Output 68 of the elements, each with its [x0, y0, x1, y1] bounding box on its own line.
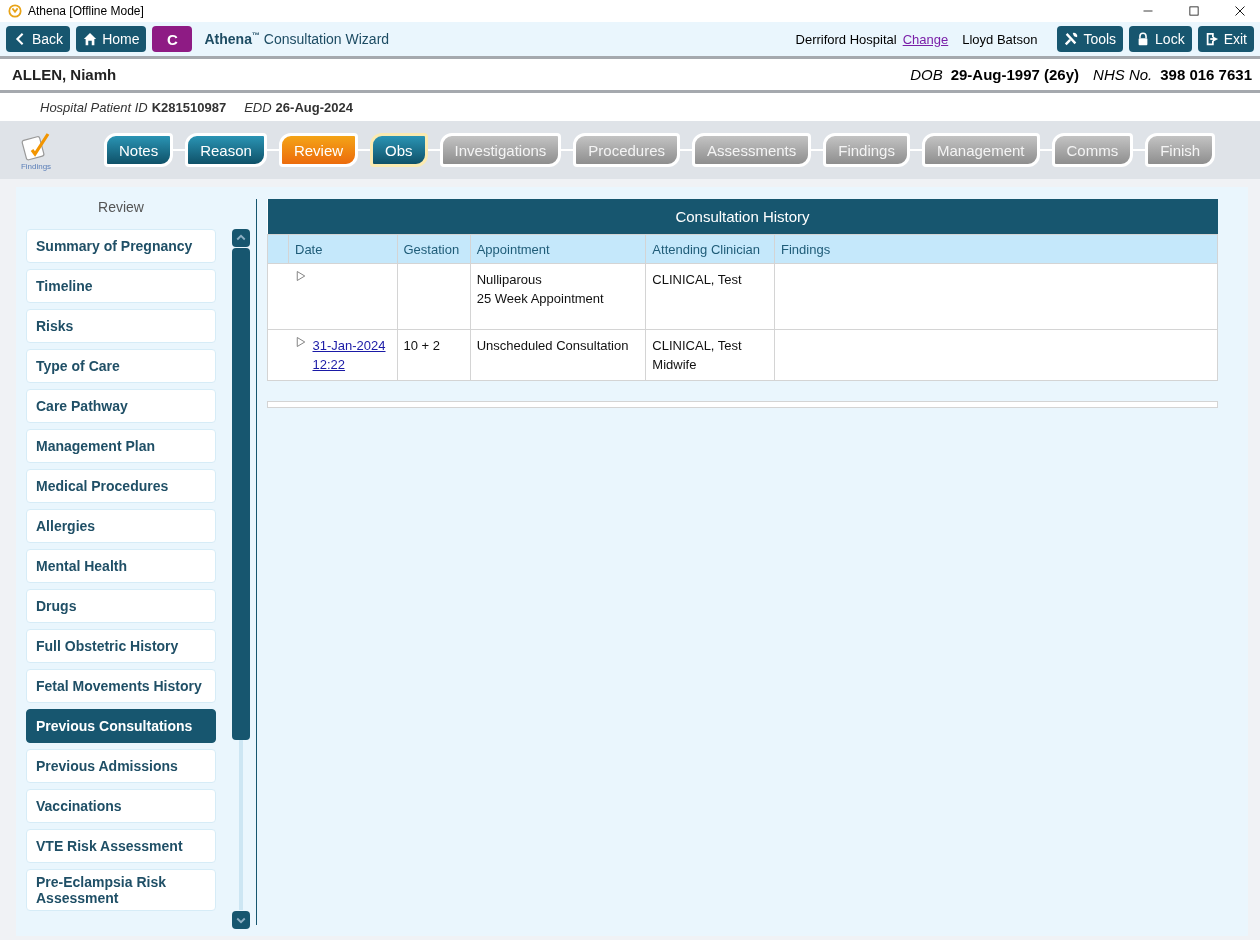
table-cell-text: 25 Week Appointment [476, 290, 605, 308]
wizard-step-tab[interactable]: Notes [104, 133, 174, 167]
sidebar-item[interactable]: Full Obstetric History [26, 629, 216, 663]
sidebar-item[interactable]: Risks [26, 309, 216, 343]
expand-triangle-icon[interactable] [294, 336, 307, 348]
scroll-up-button[interactable] [232, 229, 250, 247]
sidebar-title: Review [97, 199, 145, 215]
edd-value: 26-Aug-2024 [275, 99, 353, 115]
table-cell-text: CLINICAL, Test [652, 337, 743, 355]
column-header: Appointment [470, 234, 646, 264]
column-header: Gestation [397, 234, 471, 264]
table-cell-text: Midwife [652, 356, 698, 374]
sidebar-item[interactable]: Previous Admissions [26, 749, 216, 783]
user-name: Lloyd Batson [962, 31, 1038, 47]
nhs-label: NHS No. [1093, 66, 1153, 83]
sidebar-item[interactable]: Allergies [26, 509, 216, 543]
sidebar-item[interactable]: Pre-Eclampsia Risk Assessment [26, 869, 216, 911]
back-button[interactable]: Back [6, 26, 71, 52]
table-cell-text: CLINICAL, Test [652, 271, 743, 289]
sidebar-item[interactable]: Previous Consultations [26, 709, 216, 743]
patient-name: ALLEN, Niamh [12, 66, 117, 83]
c-button[interactable]: C [152, 26, 193, 52]
scrollbar-thumb[interactable] [232, 248, 250, 740]
app-title: Athena$^{™}$ Consultation Wizard [204, 31, 390, 47]
app-logo-icon [8, 4, 22, 18]
scroll-down-button[interactable] [232, 911, 250, 929]
horizontal-scrollbar[interactable] [267, 401, 1218, 408]
close-icon [1234, 5, 1246, 17]
exit-icon [1204, 32, 1219, 46]
patient-id-value: K281510987 [151, 99, 227, 115]
table-title: Consultation History [267, 199, 1218, 235]
window-title: Athena [Offline Mode] [28, 4, 144, 18]
wizard-step-tab[interactable]: Obs [370, 133, 428, 167]
tools-icon [1064, 32, 1079, 46]
sidebar-item[interactable]: Care Pathway [26, 389, 216, 423]
change-link[interactable]: Change [902, 31, 949, 47]
sidebar-item[interactable]: Vaccinations [26, 789, 216, 823]
table-cell-text: 10 + 2 [403, 337, 441, 355]
sidebar-item[interactable]: Management Plan [26, 429, 216, 463]
sidebar-item[interactable]: Mental Health [26, 549, 216, 583]
table-cell-text: Unscheduled Consultation [476, 337, 630, 355]
dob-value: 29-Aug-1997 (26y) [950, 66, 1080, 83]
nhs-value: 398 016 7631 [1160, 66, 1252, 83]
sidebar-item[interactable]: Timeline [26, 269, 216, 303]
lock-button[interactable]: Lock [1129, 26, 1192, 52]
patient-id-label: Hospital Patient ID [40, 99, 148, 115]
exit-button[interactable]: Exit [1197, 26, 1254, 52]
edd-label: EDD [244, 99, 272, 115]
sidebar-item[interactable]: Type of Care [26, 349, 216, 383]
dob-label: DOB [910, 66, 943, 83]
table-cell-text: Nulliparous [476, 271, 543, 289]
date-link[interactable]: 12:22 [312, 357, 346, 372]
sidebar-item[interactable]: Fetal Movements History [26, 669, 216, 703]
wizard-step-tab[interactable]: Reason [185, 133, 267, 167]
sidebar-item[interactable]: Drugs [26, 589, 216, 623]
sidebar-item[interactable]: Medical Procedures [26, 469, 216, 503]
tools-button[interactable]: Tools [1057, 26, 1124, 52]
date-link[interactable]: 31-Jan-2024 [312, 338, 386, 353]
sidebar-item[interactable]: Summary of Pregnancy [26, 229, 216, 263]
expand-triangle-icon[interactable] [294, 270, 307, 282]
column-header: Findings [774, 234, 1218, 264]
column-header: Date [288, 234, 397, 264]
sidebar-item[interactable]: VTE Risk Assessment [26, 829, 216, 863]
column-header: Attending Clinician [645, 234, 775, 264]
home-button[interactable]: Home [76, 26, 147, 52]
maximize-icon [1188, 5, 1200, 17]
hospital-name: Derriford Hospital [795, 31, 897, 47]
home-icon [83, 32, 98, 46]
